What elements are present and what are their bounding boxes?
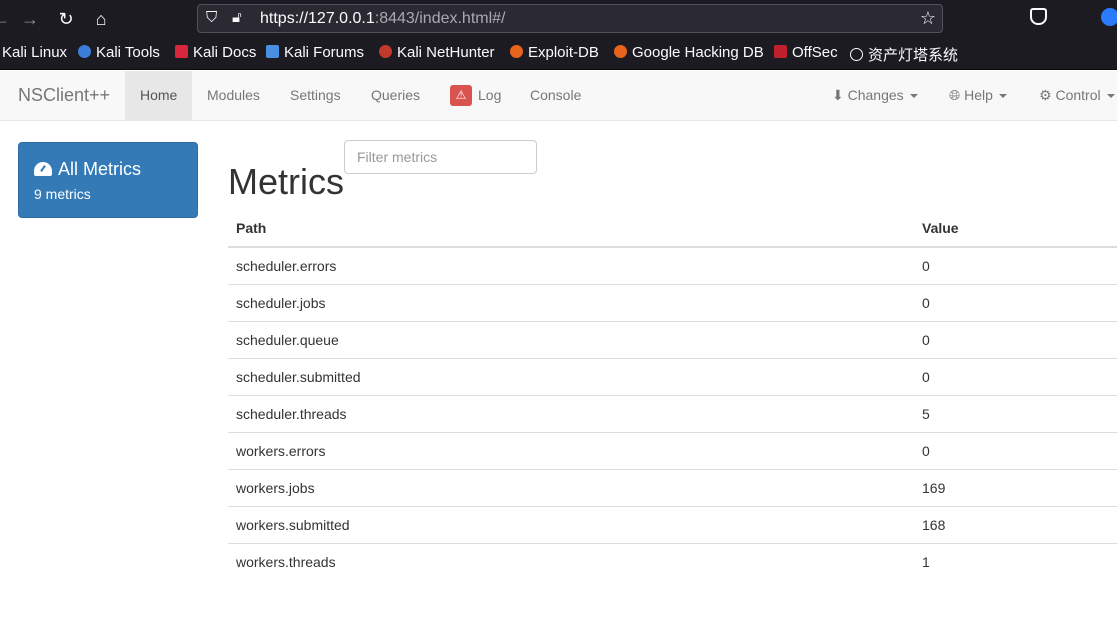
metric-path: scheduler.queue (228, 320, 914, 358)
metric-value: 0 (914, 357, 1117, 395)
home-icon[interactable]: ⌂ (88, 6, 114, 32)
metric-value: 1 (914, 542, 1117, 580)
metric-path: workers.submitted (228, 505, 914, 543)
table-row: scheduler.jobs 0 (228, 283, 1117, 321)
table-row: scheduler.queue 0 (228, 320, 1117, 358)
nav-control[interactable]: ⚙ Control (1024, 71, 1117, 120)
metric-value: 5 (914, 394, 1117, 432)
back-icon[interactable]: ← (0, 6, 14, 32)
table-row: scheduler.submitted 0 (228, 357, 1117, 395)
column-header-path: Path (228, 209, 914, 248)
caret-down-icon (998, 94, 1007, 99)
metric-value: 168 (914, 505, 1117, 543)
metric-path: scheduler.errors (236, 257, 337, 274)
metrics-table: Path Value scheduler.errors 0 scheduler.j… (228, 209, 1117, 580)
table-row: workers.submitted 168 (228, 505, 1117, 543)
table-header-row: Path Value (228, 209, 1117, 248)
column-header-value: Value (914, 209, 1117, 248)
bookmark-asset-lighthouse[interactable]: 资产灯塔系统 (850, 44, 958, 64)
metric-value: 0 (914, 283, 1117, 321)
page-title: Metrics (228, 161, 344, 202)
bookmark-kali-docs[interactable]: Kali Docs (175, 44, 256, 64)
kali-nethunter-icon (379, 45, 392, 58)
metric-value: 169 (914, 468, 1117, 506)
table-row: workers.jobs 169 (228, 468, 1117, 506)
metric-value: 0 (914, 431, 1117, 469)
metric-path: scheduler.jobs (228, 283, 914, 321)
shield-icon[interactable]: ⛉ (206, 9, 217, 26)
metric-path: scheduler.threads (228, 394, 914, 432)
card-title: All Metrics (34, 159, 141, 180)
caret-down-icon (909, 94, 918, 99)
nav-home[interactable]: Home (125, 71, 193, 120)
nav-help[interactable]: 🌐︎ Help (934, 71, 1022, 120)
filter-metrics-input[interactable] (344, 140, 537, 174)
globe-icon: 🌐︎ (949, 87, 961, 103)
bookmark-kali-nethunter[interactable]: Kali NetHunter (379, 44, 495, 64)
nav-log[interactable]: ⚠ Log (435, 71, 516, 120)
bookmarks-bar: Kali Linux Kali Tools Kali Docs Kali For… (0, 37, 1117, 70)
bookmark-google-hacking-db[interactable]: Google Hacking DB (614, 44, 764, 64)
bookmark-kali-forums[interactable]: Kali Forums (266, 44, 364, 64)
metric-path: workers.errors (228, 431, 914, 469)
caret-down-icon (1106, 94, 1115, 99)
navbar: NSClient++ Home Modules Settings Queries… (0, 71, 1117, 121)
bookmark-exploit-db[interactable]: Exploit-DB (510, 44, 599, 64)
bookmark-kali-linux[interactable]: Kali Linux (2, 44, 67, 64)
nav-changes[interactable]: ⬇ Changes (817, 71, 933, 120)
kali-docs-icon (175, 45, 188, 58)
gear-icon: ⚙ (1039, 87, 1052, 103)
dashboard-icon (34, 162, 52, 176)
metric-path: workers.jobs (228, 468, 914, 506)
table-row: workers.errors 0 (228, 431, 1117, 469)
offsec-icon (774, 45, 787, 58)
bookmark-kali-tools[interactable]: Kali Tools (78, 44, 160, 64)
nav-log-label: Log (478, 87, 502, 103)
metric-path: workers.threads (228, 542, 914, 580)
bookmark-star-icon[interactable]: ☆ (920, 8, 936, 29)
nav-console[interactable]: Console (515, 71, 596, 120)
kali-forums-icon (266, 45, 279, 58)
all-metrics-card[interactable]: All Metrics 9 metrics (18, 142, 198, 218)
nav-settings[interactable]: Settings (275, 71, 356, 120)
exploit-db-icon (510, 45, 523, 58)
table-row: scheduler.errors 0 (228, 247, 1117, 284)
globe-icon (850, 48, 863, 61)
warning-icon: ⚠ (450, 85, 472, 106)
page: NSClient++ Home Modules Settings Queries… (0, 71, 1117, 623)
url-host: https://127.0.0.1 (260, 10, 375, 27)
url-text[interactable]: https://127.0.0.1:8443/index.html#/ (260, 10, 506, 28)
pocket-icon[interactable] (1030, 8, 1047, 25)
ghdb-icon (614, 45, 627, 58)
metric-value: 0 (914, 320, 1117, 358)
bookmark-offsec[interactable]: OffSec (774, 44, 838, 64)
table-row: workers.threads 1 (228, 542, 1117, 580)
metric-value: 0 (922, 257, 930, 274)
url-rest: :8443/index.html#/ (374, 10, 506, 27)
brand[interactable]: NSClient++ (18, 85, 110, 106)
extension-icon[interactable] (1101, 8, 1117, 26)
metric-path: scheduler.submitted (228, 357, 914, 395)
forward-icon[interactable]: → (17, 6, 43, 32)
metrics-count: 9 metrics (34, 186, 91, 202)
browser-toolbar: ← → ↻ ⌂ ⛉ 🔓︎ https://127.0.0.1:8443/inde… (0, 0, 1117, 37)
kali-tools-icon (78, 45, 91, 58)
download-icon: ⬇ (832, 87, 844, 103)
nav-modules[interactable]: Modules (192, 71, 275, 120)
reload-icon[interactable]: ↻ (53, 6, 79, 32)
nav-queries[interactable]: Queries (356, 71, 435, 120)
table-row: scheduler.threads 5 (228, 394, 1117, 432)
url-bar[interactable]: ⛉ 🔓︎ https://127.0.0.1:8443/index.html#/… (197, 4, 943, 33)
lock-warning-icon[interactable]: 🔓︎ (232, 9, 242, 26)
